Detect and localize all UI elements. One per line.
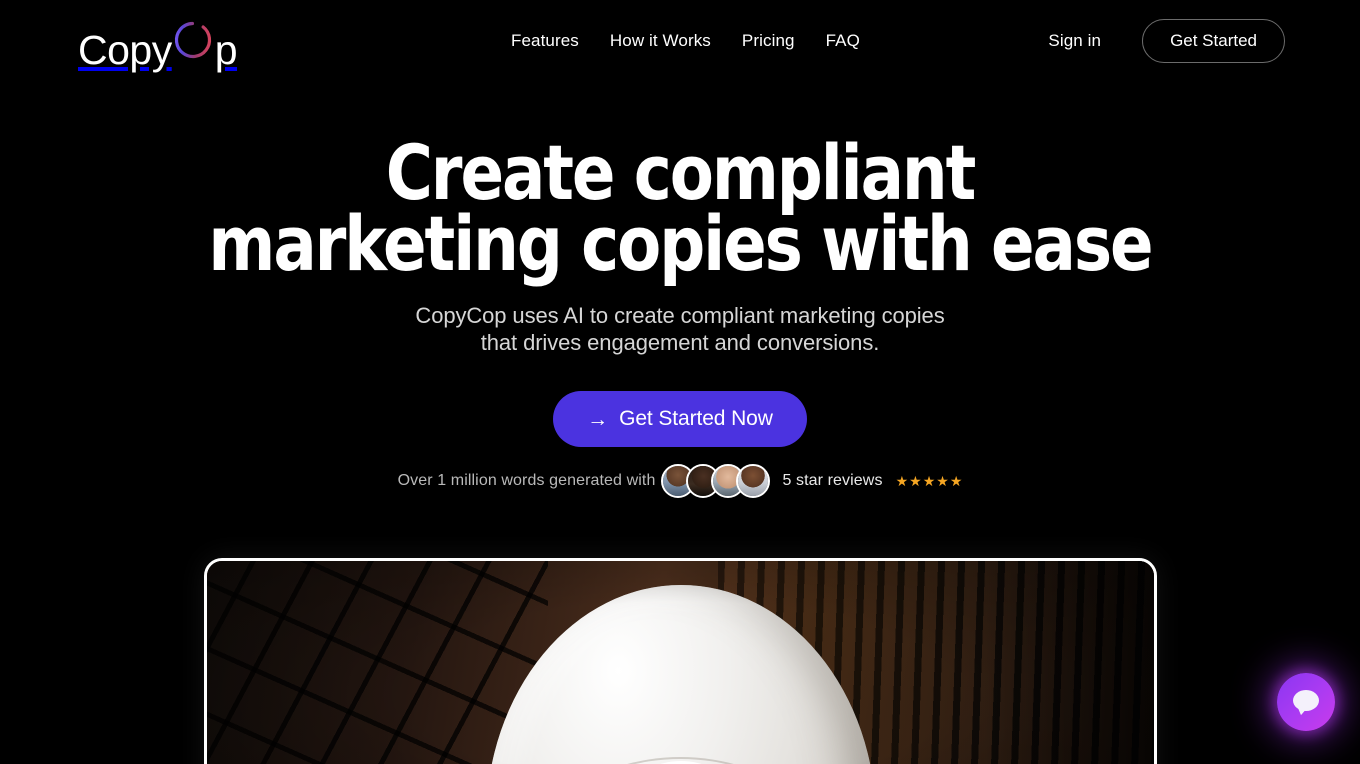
- star-icon: ★: [909, 473, 922, 489]
- hero-section: Create compliant marketing copies with e…: [0, 82, 1360, 498]
- headline-line-2: marketing copies with ease: [208, 198, 1153, 288]
- nav-item-features[interactable]: Features: [511, 31, 579, 51]
- subtitle-line-1: CopyCop uses AI to create compliant mark…: [415, 303, 945, 329]
- avatar: [736, 464, 771, 498]
- landing-page: Copy p Features How it Works Pricing FAQ…: [0, 0, 1360, 764]
- star-icon: ★: [922, 473, 936, 489]
- nav-item-how-it-works[interactable]: How it Works: [610, 31, 711, 51]
- nav-item-pricing[interactable]: Pricing: [742, 31, 795, 51]
- star-icon: ★: [895, 473, 909, 489]
- subtitle-line-2: that drives engagement and conversions.: [480, 330, 880, 356]
- social-proof-text: Over 1 million words generated with: [397, 472, 656, 489]
- social-proof: Over 1 million words generated with 5 st…: [0, 464, 1360, 498]
- logo-text-p: p: [214, 27, 238, 73]
- logo[interactable]: Copy p: [78, 14, 238, 71]
- hero-cta-wrapper: → Get Started Now: [0, 391, 1360, 447]
- image-vignette: [207, 561, 1154, 764]
- get-started-now-label: Get Started Now: [619, 407, 773, 430]
- hero-subtitle: CopyCop uses AI to create compliant mark…: [0, 303, 1360, 357]
- reviews-label: 5 star reviews: [782, 472, 883, 489]
- main-nav: Features How it Works Pricing FAQ: [511, 0, 860, 82]
- chat-widget-button[interactable]: [1277, 673, 1335, 731]
- header-actions: Sign in Get Started: [1048, 0, 1285, 82]
- hero-image: [207, 561, 1154, 764]
- star-icon: ★: [936, 473, 949, 489]
- arrow-right-icon: →: [587, 407, 609, 431]
- hero-media-frame: [204, 558, 1157, 764]
- nav-item-faq[interactable]: FAQ: [826, 31, 860, 51]
- get-started-now-button[interactable]: → Get Started Now: [553, 391, 807, 447]
- avatar-group: [661, 464, 771, 498]
- sign-in-link[interactable]: Sign in: [1048, 31, 1101, 51]
- page-title: Create compliant marketing copies with e…: [41, 135, 1319, 288]
- site-header: Copy p Features How it Works Pricing FAQ…: [0, 0, 1360, 82]
- chat-bubble-icon: [1293, 690, 1319, 717]
- logo-ring-o-icon: [168, 14, 218, 64]
- star-rating: ★ ★ ★ ★ ★: [896, 474, 963, 488]
- get-started-button[interactable]: Get Started: [1142, 19, 1285, 63]
- star-icon: ★: [949, 473, 963, 489]
- logo-text-copy: Copy: [78, 27, 172, 73]
